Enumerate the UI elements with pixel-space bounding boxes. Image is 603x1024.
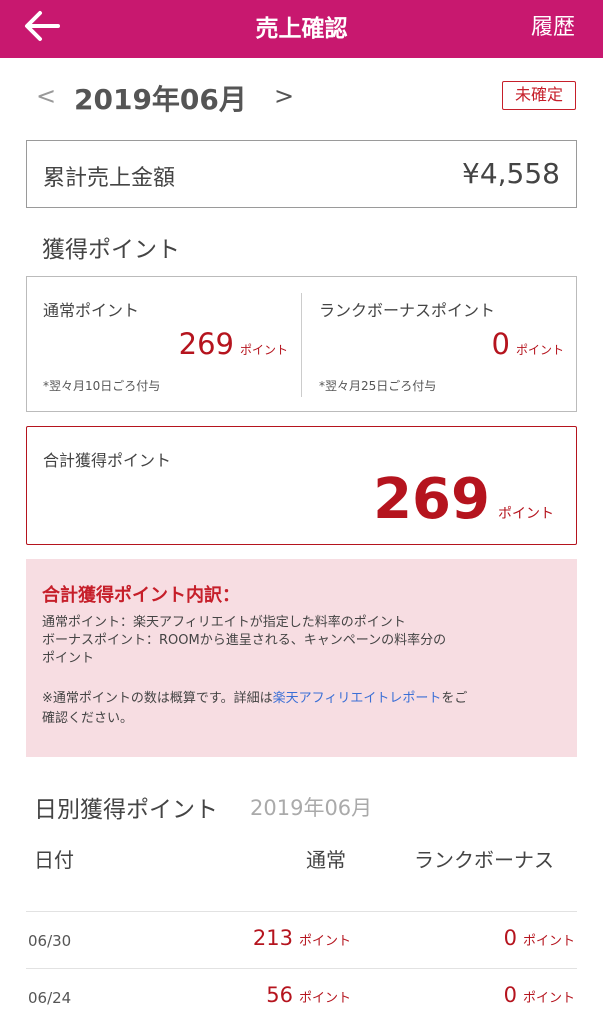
breakdown-title: 合計獲得ポイント内訳： xyxy=(42,585,240,606)
row-normal-number: 213 xyxy=(252,926,293,950)
breakdown-line-3: ポイント xyxy=(42,651,95,666)
normal-points-value: 269 ポイント xyxy=(179,327,288,361)
earned-points-box: 通常ポイント 269 ポイント *翌々月10日ごろ付与 ランクボーナスポイント 0… xyxy=(26,276,577,412)
affiliate-report-link[interactable]: 楽天アフィリエイトレポート xyxy=(273,691,442,706)
history-button[interactable]: 履歴 xyxy=(531,9,575,41)
breakdown-note: ※通常ポイントの数は概算です。詳細は楽天アフィリエイトレポートをご xyxy=(42,687,467,706)
column-header-date: 日付 xyxy=(34,848,74,872)
rank-bonus-number: 0 xyxy=(491,327,510,361)
table-row: 06/24 56 ポイント 0 ポイント xyxy=(0,969,603,1024)
breakdown-note-line-2: 確認ください。 xyxy=(42,711,134,726)
rank-bonus-panel: ランクボーナスポイント 0 ポイント *翌々月25日ごろ付与 xyxy=(303,277,578,411)
total-sales-value: ¥4,558 xyxy=(462,157,560,190)
daily-points-month: 2019年06月 xyxy=(250,796,373,820)
row-normal-points: 56 ポイント xyxy=(266,983,351,1007)
row-bonus-number: 0 xyxy=(503,983,517,1007)
earned-points-title: 獲得ポイント xyxy=(42,237,180,263)
table-row: 06/30 213 ポイント 0 ポイント xyxy=(0,912,603,968)
rank-bonus-label: ランクボーナスポイント xyxy=(319,301,496,320)
current-month: 2019年06月 xyxy=(74,83,247,116)
total-points-label: 合計獲得ポイント xyxy=(43,451,172,470)
total-sales-box: 累計売上金額 ¥4,558 xyxy=(26,140,577,208)
row-normal-unit: ポイント xyxy=(298,934,351,949)
breakdown-note-text: ※通常ポイントの数は概算です。詳細は xyxy=(42,691,273,706)
app-header: 売上確認 履歴 xyxy=(0,0,603,58)
row-bonus-number: 0 xyxy=(503,926,517,950)
row-normal-number: 56 xyxy=(266,983,293,1007)
page-title: 売上確認 xyxy=(255,16,348,42)
normal-points-number: 269 xyxy=(178,327,234,361)
prev-month-button[interactable]: < xyxy=(36,82,56,110)
row-bonus-unit: ポイント xyxy=(522,934,575,949)
daily-points-title: 日別獲得ポイント xyxy=(34,797,218,823)
normal-points-note: *翌々月10日ごろ付与 xyxy=(43,379,161,393)
normal-points-unit: ポイント xyxy=(239,343,288,357)
column-header-bonus: ランクボーナス xyxy=(414,848,554,872)
panel-divider xyxy=(301,293,302,397)
next-month-button[interactable]: > xyxy=(274,82,294,110)
column-header-normal: 通常 xyxy=(306,848,346,872)
row-normal-points: 213 ポイント xyxy=(253,926,351,950)
month-selector: < 2019年06月 > 未確定 xyxy=(0,70,603,124)
total-points-value: 269 ポイント xyxy=(373,467,554,532)
total-points-unit: ポイント xyxy=(498,506,554,522)
breakdown-line-2: ボーナスポイント：ROOMから進呈される、キャンペーンの料率分の xyxy=(42,633,447,648)
total-points-box: 合計獲得ポイント 269 ポイント xyxy=(26,426,577,545)
breakdown-line-1: 通常ポイント：楽天アフィリエイトが指定した料率のポイント xyxy=(42,615,406,630)
rank-bonus-note: *翌々月25日ごろ付与 xyxy=(319,379,437,393)
row-date: 06/24 xyxy=(28,989,72,1007)
breakdown-box: 合計獲得ポイント内訳： 通常ポイント：楽天アフィリエイトが指定した料率のポイント… xyxy=(26,559,577,757)
total-sales-label: 累計売上金額 xyxy=(43,166,176,191)
rank-bonus-unit: ポイント xyxy=(515,343,564,357)
row-bonus-points: 0 ポイント xyxy=(504,983,575,1007)
rank-bonus-value: 0 ポイント xyxy=(492,327,564,361)
status-badge: 未確定 xyxy=(502,81,576,110)
row-bonus-unit: ポイント xyxy=(522,991,575,1006)
normal-points-label: 通常ポイント xyxy=(43,301,140,320)
row-date: 06/30 xyxy=(28,932,72,950)
row-normal-unit: ポイント xyxy=(298,991,351,1006)
normal-points-panel: 通常ポイント 269 ポイント *翌々月10日ごろ付与 xyxy=(27,277,302,411)
total-points-number: 269 xyxy=(373,467,490,532)
row-bonus-points: 0 ポイント xyxy=(504,926,575,950)
breakdown-note-suffix: をご xyxy=(441,691,468,706)
